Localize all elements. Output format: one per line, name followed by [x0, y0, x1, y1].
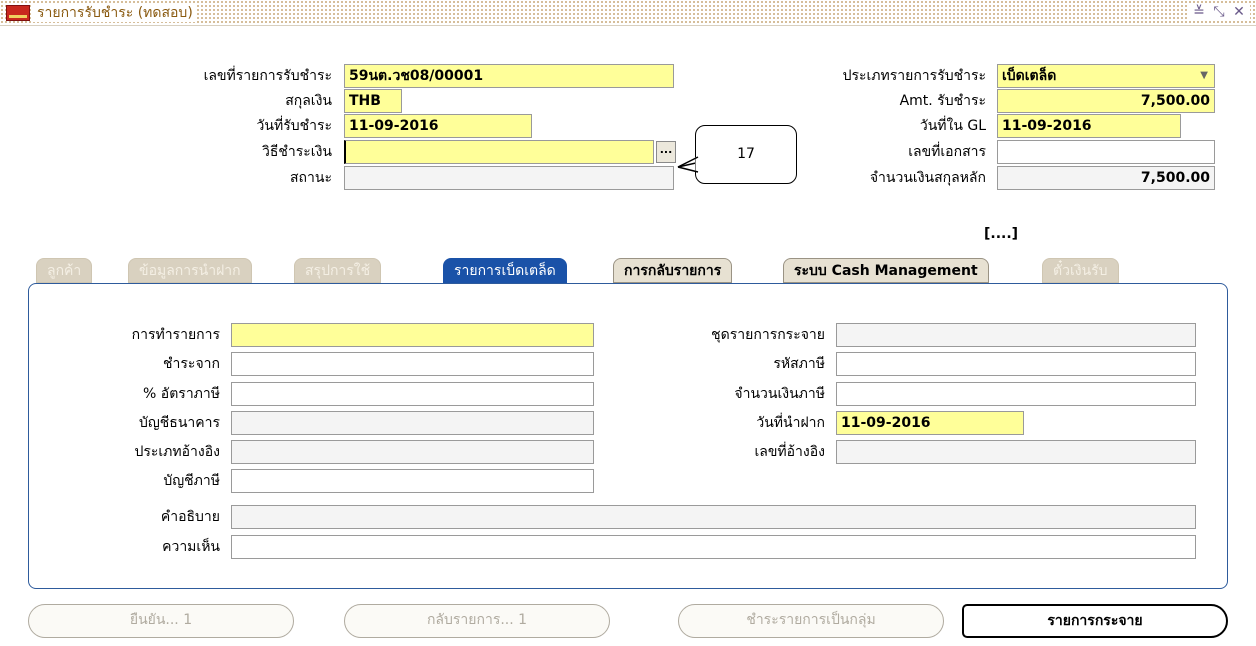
oracle-app-icon [6, 5, 30, 21]
comments-field[interactable] [231, 535, 1196, 559]
receipt-date-field[interactable]: 11-09-2016 [344, 114, 532, 138]
distributions-button[interactable]: รายการกระจาย [962, 604, 1228, 638]
close-icon[interactable]: ✕ [1230, 3, 1248, 21]
tax-code-field[interactable] [836, 352, 1196, 376]
payment-method-label: วิธีชำระเงิน [262, 144, 332, 160]
window-controls: ≚ ⤡ ✕ [1188, 3, 1250, 21]
amount-label: Amt. รับชำระ [899, 93, 986, 109]
tax-amount-label: จำนวนเงินภาษี [734, 386, 825, 402]
receipt-number-field[interactable]: 59นต.วช08/00001 [344, 64, 674, 88]
tab-application-summary[interactable]: สรุปการใช้ [294, 258, 382, 283]
receipt-type-select[interactable]: เบ็ดเตล็ด ▼ [997, 64, 1215, 88]
bank-account-label: บัญชีธนาคาร [138, 415, 220, 431]
tax-account-label: บัญชีภาษี [163, 473, 220, 489]
reference-number-label: เลขที่อ้างอิง [754, 444, 825, 460]
status-label: สถานะ [290, 170, 332, 186]
receipt-type-label: ประเภทรายการรับชำระ [842, 68, 986, 84]
distribution-set-field[interactable] [836, 323, 1196, 347]
tax-rate-field[interactable] [231, 382, 594, 406]
gl-date-field[interactable]: 11-09-2016 [997, 114, 1181, 138]
confirm-button[interactable]: ยืนยัน... 1 [28, 604, 294, 638]
functional-amount-field[interactable]: 7,500.00 [997, 166, 1215, 190]
activity-label: การทำรายการ [131, 327, 220, 343]
reference-number-field[interactable] [836, 440, 1196, 464]
status-field[interactable] [344, 166, 674, 190]
currency-field[interactable]: THB [344, 89, 402, 113]
paid-from-label: ชำระจาก [163, 356, 220, 372]
functional-amount-label: จำนวนเงินสกุลหลัก [869, 170, 986, 186]
tax-rate-label: % อัตราภาษี [143, 386, 220, 402]
tab-cash-management[interactable]: ระบบ Cash Management [783, 258, 989, 283]
comments-label: ความเห็น [162, 539, 220, 555]
receipt-type-value: เบ็ดเตล็ด [1002, 68, 1057, 84]
paid-from-field[interactable] [231, 352, 594, 376]
dropdown-arrow-icon: ▼ [1200, 70, 1208, 81]
description-label: คำอธิบาย [160, 509, 220, 525]
amount-field[interactable]: 7,500.00 [997, 89, 1215, 113]
receipt-number-label: เลขที่รายการรับชำระ [203, 68, 332, 84]
description-field[interactable] [231, 505, 1196, 529]
gl-date-label: วันที่ใน GL [919, 118, 986, 134]
document-number-label: เลขที่เอกสาร [908, 144, 986, 160]
tab-customer[interactable]: ลูกค้า [36, 258, 93, 283]
tax-amount-field[interactable] [836, 382, 1196, 406]
document-number-field[interactable] [997, 140, 1215, 164]
tab-miscellaneous[interactable]: รายการเบ็ดเตล็ด [443, 258, 567, 283]
reference-type-label: ประเภทอ้างอิง [134, 444, 220, 460]
receipt-date-label: วันที่รับชำระ [256, 118, 332, 134]
tab-deposit-info[interactable]: ข้อมูลการนำฝาก [128, 258, 252, 283]
batch-pay-button[interactable]: ชำระรายการเป็นกลุ่ม [678, 604, 944, 638]
currency-label: สกุลเงิน [285, 93, 332, 109]
window-title: รายการรับชำระ (ทดสอบ) [33, 4, 197, 22]
payment-method-lov-button[interactable]: ... [656, 141, 676, 163]
maximize-icon[interactable]: ⤡ [1210, 3, 1228, 21]
activity-field[interactable] [231, 323, 594, 347]
window-titlebar: รายการรับชำระ (ทดสอบ) ≚ ⤡ ✕ [0, 0, 1256, 26]
payment-method-field[interactable] [344, 140, 654, 164]
bank-account-field[interactable] [231, 411, 594, 435]
tax-account-field[interactable] [231, 469, 594, 493]
reference-type-field[interactable] [231, 440, 594, 464]
reverse-button[interactable]: กลับรายการ... 1 [344, 604, 610, 638]
descriptive-flexfield[interactable]: [....] [984, 224, 1018, 244]
distribution-set-label: ชุดรายการกระจาย [711, 327, 825, 343]
tab-bills-receivable[interactable]: ตั๋วเงินรับ [1042, 258, 1119, 283]
tab-reversal[interactable]: การกลับรายการ [613, 258, 733, 283]
deposit-date-field[interactable]: 11-09-2016 [836, 411, 1024, 435]
tax-code-label: รหัสภาษี [773, 356, 825, 372]
deposit-date-label: วันที่นำฝาก [756, 415, 825, 431]
minimize-icon[interactable]: ≚ [1190, 3, 1208, 21]
